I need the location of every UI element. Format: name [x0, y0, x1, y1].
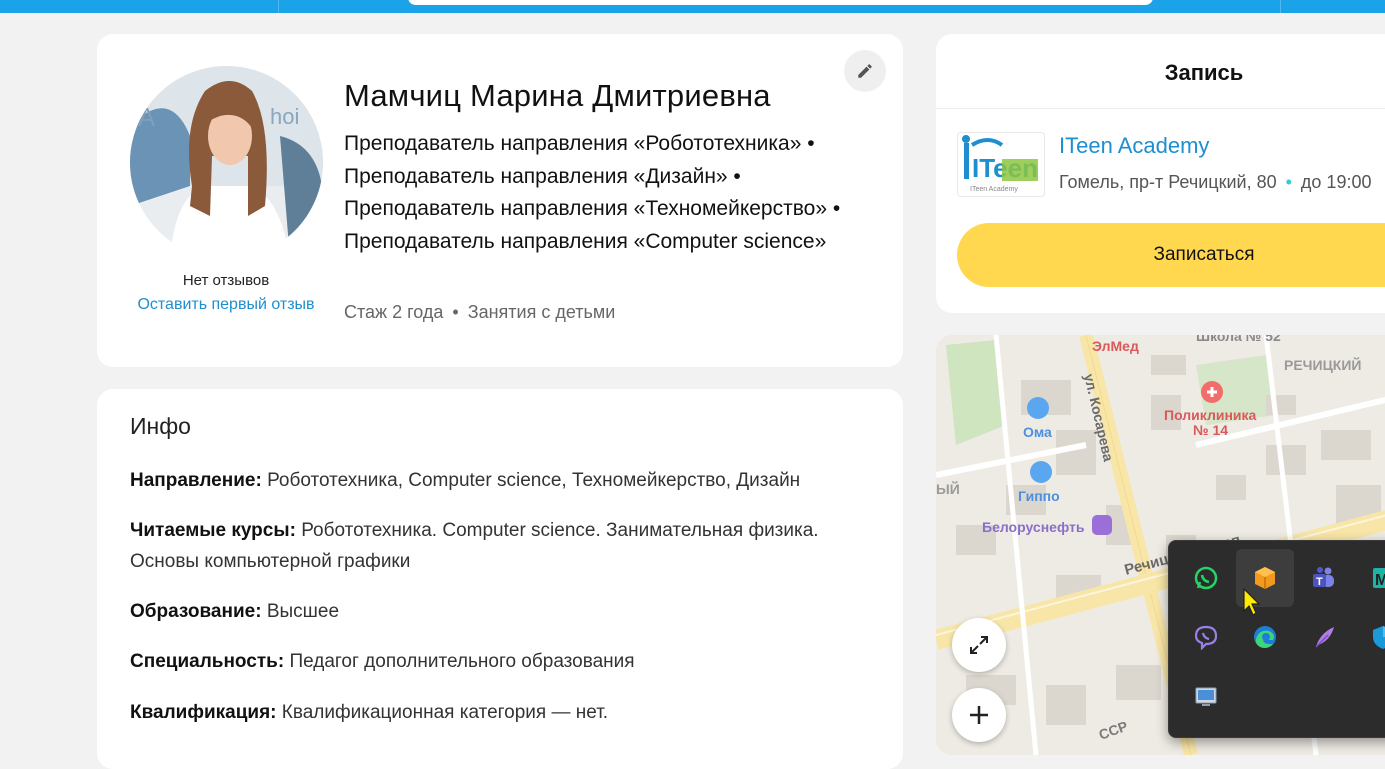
tray-feather-app[interactable]	[1295, 608, 1353, 666]
map-label-elmed: ЭлМед	[1092, 338, 1139, 354]
school-address: Гомель, пр-т Речицкий, 80 • до 19:00	[1059, 172, 1371, 193]
nav-divider	[1280, 0, 1281, 13]
map-label-ny: ЫЙ	[936, 480, 960, 497]
booking-card: Запись ITeen ITeen Academy ITeen Academy…	[936, 34, 1385, 313]
info-row-courses: Читаемые курсы: Робототехника. Computer …	[130, 515, 870, 577]
hours-text: до 19:00	[1300, 172, 1372, 192]
teams-icon: T	[1313, 567, 1334, 588]
info-label: Специальность:	[130, 651, 285, 672]
info-label: Образование:	[130, 601, 262, 622]
whatsapp-icon	[1194, 566, 1218, 590]
kids-label: Занятия с детьми	[467, 302, 616, 322]
teacher-profile-card: A hoi Нет отзывов Оставить первый отзыв …	[97, 34, 903, 367]
plus-icon	[970, 706, 988, 724]
expand-map-button[interactable]	[952, 618, 1006, 672]
top-navigation-bar	[0, 0, 1385, 13]
logo-subtext: ITeen Academy	[970, 186, 1018, 193]
info-label: Квалификация:	[130, 702, 277, 723]
svg-text:hoi: hoi	[270, 104, 299, 129]
tray-viber[interactable]	[1177, 608, 1235, 666]
info-row-direction: Направление: Робототехника, Computer sci…	[130, 465, 870, 496]
teacher-meta: Стаж 2 года • Занятия с детьми	[344, 302, 615, 323]
mouse-cursor-icon	[1243, 587, 1261, 616]
teacher-avatar: A hoi	[130, 66, 323, 259]
info-value: Робототехника, Computer science, Техноме…	[267, 470, 801, 491]
info-label: Направление:	[130, 470, 262, 491]
info-label: Читаемые курсы:	[130, 520, 296, 541]
booking-title: Запись	[1164, 60, 1244, 85]
map-label-clinic: Поликлиника	[1164, 407, 1257, 423]
svg-text:A: A	[138, 102, 156, 132]
edge-icon	[1254, 626, 1276, 648]
feather-icon	[1315, 627, 1334, 648]
tray-security[interactable]	[1354, 608, 1385, 666]
tray-whatsapp[interactable]	[1177, 549, 1235, 607]
monitor-icon	[1195, 687, 1217, 706]
map-label-gippo: Гиппо	[1018, 488, 1060, 504]
pencil-icon	[858, 64, 872, 78]
info-title: Инфо	[130, 413, 191, 439]
map-label-school: Школа № 52	[1196, 335, 1281, 344]
info-value: Педагог дополнительного образования	[289, 651, 635, 672]
shop-marker[interactable]	[1030, 461, 1052, 483]
tray-app-m[interactable]: M	[1354, 549, 1385, 607]
leave-first-review-link[interactable]: Оставить первый отзыв	[127, 294, 325, 316]
info-value: Высшее	[266, 601, 340, 622]
nav-divider	[278, 0, 279, 13]
shop-marker[interactable]	[1027, 397, 1049, 419]
teacher-name: Мамчиц Марина Дмитриевна	[344, 78, 771, 113]
svg-text:M: M	[1375, 572, 1385, 589]
divider	[936, 108, 1385, 109]
edit-button[interactable]	[844, 50, 886, 92]
school-logo[interactable]: ITeen ITeen Academy	[957, 132, 1045, 197]
map-label-belorusneft: Белоруснефть	[982, 519, 1085, 535]
search-bar[interactable]	[408, 0, 1153, 5]
info-row-qualification: Квалификация: Квалификационная категория…	[130, 697, 870, 728]
teacher-roles: Преподаватель направления «Робототехника…	[344, 132, 841, 253]
no-reviews-label: Нет отзывов	[182, 272, 270, 289]
enroll-button[interactable]: Записаться	[957, 223, 1385, 287]
map-label-clinic-number: № 14	[1193, 422, 1228, 438]
shield-icon	[1373, 626, 1385, 649]
fuel-marker[interactable]	[1092, 515, 1112, 535]
meta-separator: •	[452, 302, 459, 322]
address-text: Гомель, пр-т Речицкий, 80	[1059, 172, 1277, 192]
tray-teams[interactable]: T	[1295, 549, 1353, 607]
info-row-education: Образование: Высшее	[130, 596, 870, 627]
experience-label: Стаж 2 года	[344, 302, 444, 322]
school-name-link[interactable]: ITeen Academy	[1059, 133, 1209, 159]
info-row-specialty: Специальность: Педагог дополнительного о…	[130, 646, 870, 677]
expand-icon	[970, 636, 988, 654]
map-label-rechitsky: РЕЧИЦКИЙ	[1284, 356, 1361, 373]
zoom-in-button[interactable]	[952, 688, 1006, 742]
viber-icon	[1194, 625, 1218, 650]
system-tray-overflow: T M	[1168, 540, 1385, 738]
svg-text:T: T	[1316, 576, 1323, 588]
info-card: Инфо Направление: Робототехника, Compute…	[97, 389, 903, 769]
tray-display-app[interactable]	[1177, 667, 1235, 725]
address-separator: •	[1285, 172, 1292, 192]
app-m-icon: M	[1373, 568, 1385, 589]
map-label-oma: Ома	[1023, 424, 1052, 440]
info-value: Квалификационная категория — нет.	[281, 702, 609, 723]
